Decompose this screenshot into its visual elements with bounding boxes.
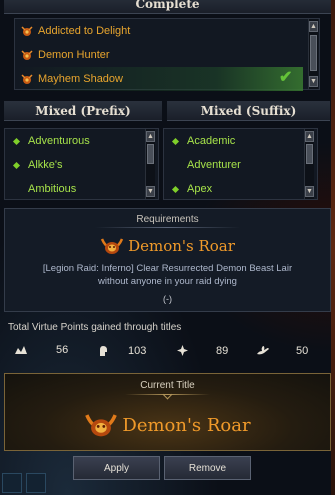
scroll-down-icon[interactable]: ▼: [146, 186, 155, 197]
scroll-down-icon[interactable]: ▼: [309, 76, 318, 87]
requirement-description: [Legion Raid: Inferno] Clear Resurrected…: [5, 262, 330, 288]
suffix-item-label: Adventurer: [187, 159, 241, 171]
demon-roar-icon: [85, 414, 118, 437]
apply-button[interactable]: Apply: [73, 456, 160, 480]
suffix-item-apex[interactable]: Apex: [164, 177, 304, 201]
virtue-kindness: 50: [256, 344, 308, 357]
complete-scrollbar[interactable]: ▲ ▼: [308, 19, 318, 89]
title-item-label: Demon Hunter: [38, 49, 110, 61]
owned-bullet-icon: [171, 185, 180, 193]
prefix-item-label: Alkke's: [28, 159, 63, 171]
requirement-description-line: [Legion Raid: Inferno] Clear Resurrected…: [42, 263, 293, 274]
owned-bullet-icon: [171, 137, 180, 145]
demon-roar-icon: [100, 238, 124, 254]
suffix-item-label: Apex: [187, 183, 213, 195]
requirement-progress: (-): [163, 294, 172, 304]
title-item-demon-hunter[interactable]: Demon Hunter: [15, 43, 305, 67]
title-item-addicted-to-delight[interactable]: Addicted to Delight: [15, 19, 305, 43]
remove-button[interactable]: Remove: [164, 456, 251, 480]
title-item-label: Mayhem Shadow: [38, 73, 123, 85]
owned-bullet-icon: [12, 137, 21, 145]
mixed-prefix-list: Adventurous Alkke's Ambitious ▲ ▼: [4, 128, 159, 200]
wisdom-icon: [15, 346, 27, 354]
mixed-suffix-header: Mixed (Suffix): [167, 101, 330, 121]
kindness-icon: [257, 346, 269, 355]
prefix-item-alkkes[interactable]: Alkke's: [5, 153, 145, 177]
suffix-item-academic[interactable]: Academic: [164, 129, 304, 153]
scroll-thumb[interactable]: [147, 144, 154, 164]
requirement-description-line: without anyone in your raid dying: [98, 276, 237, 287]
prefix-item-adventurous[interactable]: Adventurous: [5, 129, 145, 153]
complete-list: Addicted to Delight Demon Hunter Mayhem …: [14, 18, 320, 91]
charisma-icon: [177, 345, 188, 356]
scroll-thumb[interactable]: [310, 35, 317, 71]
virtue-kindness-value: 50: [296, 344, 309, 357]
virtue-courage: 103: [97, 344, 146, 357]
checkmark-icon: ✔: [279, 69, 293, 86]
virtue-points-label: Total Virtue Points gained through title…: [8, 322, 182, 333]
prefix-item-label: Ambitious: [28, 183, 77, 195]
scroll-thumb[interactable]: [306, 144, 313, 164]
skill-slot-icon[interactable]: [2, 473, 22, 493]
demon-title-icon: [21, 74, 33, 84]
requirement-title-label: Demon's Roar: [128, 237, 235, 255]
mixed-prefix-header: Mixed (Prefix): [4, 101, 162, 121]
current-title-name: Demon's Roar: [5, 412, 330, 438]
prefix-scrollbar[interactable]: ▲ ▼: [145, 129, 155, 199]
requirements-panel: Requirements Demon's Roar [Legion Raid: …: [4, 208, 331, 312]
requirement-title: Demon's Roar: [5, 237, 330, 255]
virtue-wisdom: 56: [14, 344, 68, 356]
virtue-charisma: 89: [176, 344, 228, 357]
window-edge-decoration: [331, 0, 335, 495]
current-title-name-label: Demon's Roar: [122, 414, 251, 436]
suffix-item-adventurer[interactable]: Adventurer: [164, 153, 304, 177]
virtue-charisma-value: 89: [216, 344, 229, 357]
mixed-suffix-list: Academic Adventurer Apex ▲ ▼: [163, 128, 318, 200]
requirements-header: Requirements: [136, 214, 199, 225]
current-title-panel: Current Title Demon's Roar: [4, 373, 331, 451]
demon-title-icon: [21, 50, 33, 60]
complete-header: Complete: [4, 0, 331, 14]
suffix-item-label: Academic: [187, 135, 236, 147]
courage-icon: [100, 346, 107, 356]
skill-slot-icon[interactable]: [26, 473, 46, 493]
scroll-up-icon[interactable]: ▲: [305, 131, 314, 142]
prefix-item-ambitious[interactable]: Ambitious: [5, 177, 145, 201]
suffix-scrollbar[interactable]: ▲ ▼: [304, 129, 314, 199]
scroll-down-icon[interactable]: ▼: [305, 186, 314, 197]
virtue-wisdom-value: 56: [56, 344, 69, 356]
divider: [95, 227, 240, 228]
scroll-up-icon[interactable]: ▲: [309, 21, 318, 32]
chevron-down-icon: [162, 389, 173, 400]
virtue-courage-value: 103: [128, 344, 147, 357]
title-item-label: Addicted to Delight: [38, 25, 131, 37]
prefix-item-label: Adventurous: [28, 135, 90, 147]
demon-title-icon: [21, 26, 33, 36]
owned-bullet-icon: [12, 161, 21, 169]
title-item-mayhem-shadow[interactable]: Mayhem Shadow: [15, 67, 303, 91]
scroll-up-icon[interactable]: ▲: [146, 131, 155, 142]
